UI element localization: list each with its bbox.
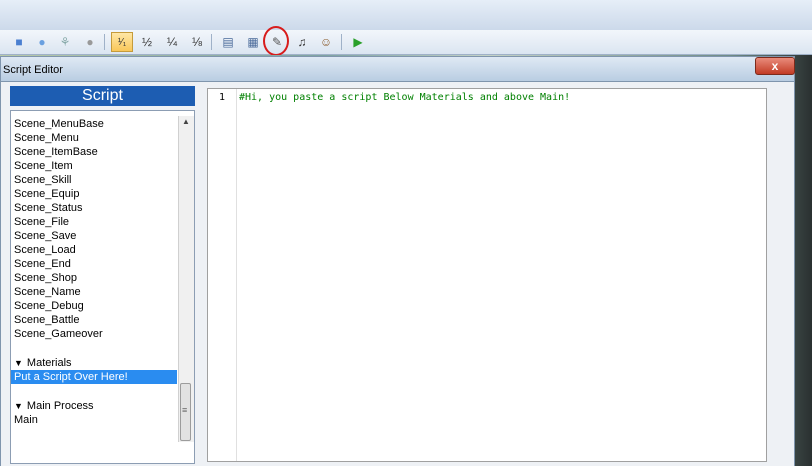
square-icon[interactable]: ■ bbox=[9, 33, 29, 51]
list-item[interactable]: Scene_Load bbox=[14, 243, 76, 257]
list-item[interactable]: Scene_Item bbox=[14, 159, 73, 173]
resource-manager-icon[interactable]: ▦ bbox=[243, 33, 263, 51]
editor-right-margin bbox=[768, 88, 788, 462]
toolbar-separator bbox=[211, 34, 212, 50]
selected-list-item[interactable]: Put a Script Over Here! bbox=[11, 370, 177, 384]
list-item[interactable]: Scene_Menu bbox=[14, 131, 79, 145]
list-item[interactable]: Scene_Status bbox=[14, 201, 83, 215]
code-line[interactable]: #Hi, you paste a script Below Materials … bbox=[239, 92, 570, 103]
circle-icon[interactable]: ● bbox=[32, 33, 52, 51]
dot-icon[interactable]: ● bbox=[80, 33, 100, 51]
scrollbar-grip-icon: ≡ bbox=[182, 405, 188, 415]
section-main-process[interactable]: Main Process bbox=[14, 399, 94, 413]
fill-icon[interactable]: ⚘ bbox=[55, 33, 75, 51]
list-item[interactable]: Scene_MenuBase bbox=[14, 117, 104, 131]
list-item[interactable]: Scene_Save bbox=[14, 229, 76, 243]
line-number-gutter bbox=[208, 89, 237, 461]
app-title-region bbox=[0, 0, 812, 31]
close-button[interactable]: x bbox=[755, 57, 795, 75]
playtest-icon[interactable]: ▶ bbox=[348, 33, 368, 51]
list-item[interactable]: Scene_Battle bbox=[14, 313, 79, 327]
scale-1-8-icon[interactable]: ⅛ bbox=[187, 33, 207, 51]
highlight-circle bbox=[263, 26, 289, 56]
database-icon[interactable]: ▤ bbox=[218, 33, 238, 51]
line-number: 1 bbox=[219, 92, 226, 103]
list-item[interactable]: Scene_End bbox=[14, 257, 71, 271]
list-item[interactable]: Scene_Gameover bbox=[14, 327, 103, 341]
scale-1-2-icon[interactable]: ½ bbox=[137, 33, 157, 51]
dialog-titlebar[interactable] bbox=[0, 56, 795, 82]
dialog-title: Script Editor bbox=[3, 64, 63, 76]
list-item[interactable]: Scene_Shop bbox=[14, 271, 77, 285]
toolbar-separator bbox=[341, 34, 342, 50]
code-editor[interactable] bbox=[207, 88, 767, 462]
scale-1-1-icon[interactable]: ¹⁄₁ bbox=[111, 32, 133, 52]
list-item[interactable]: Scene_Skill bbox=[14, 173, 71, 187]
list-item[interactable]: Scene_Debug bbox=[14, 299, 84, 313]
list-item[interactable]: Main bbox=[14, 413, 38, 427]
script-list-header: Script bbox=[10, 86, 195, 106]
list-item[interactable]: Scene_Equip bbox=[14, 187, 79, 201]
sound-test-icon[interactable]: ♫ bbox=[292, 33, 312, 51]
list-item[interactable]: Scene_Name bbox=[14, 285, 81, 299]
scale-1-4-icon[interactable]: ¼ bbox=[162, 33, 182, 51]
list-item[interactable]: Scene_ItemBase bbox=[14, 145, 98, 159]
section-materials[interactable]: Materials bbox=[14, 356, 72, 370]
list-item[interactable]: Scene_File bbox=[14, 215, 69, 229]
toolbar-separator bbox=[104, 34, 105, 50]
script-list[interactable]: Scene_MenuBase Scene_Menu Scene_ItemBase… bbox=[10, 110, 195, 464]
character-generator-icon[interactable]: ☺ bbox=[316, 33, 336, 51]
scroll-up-arrow-icon[interactable]: ▲ bbox=[182, 117, 190, 126]
